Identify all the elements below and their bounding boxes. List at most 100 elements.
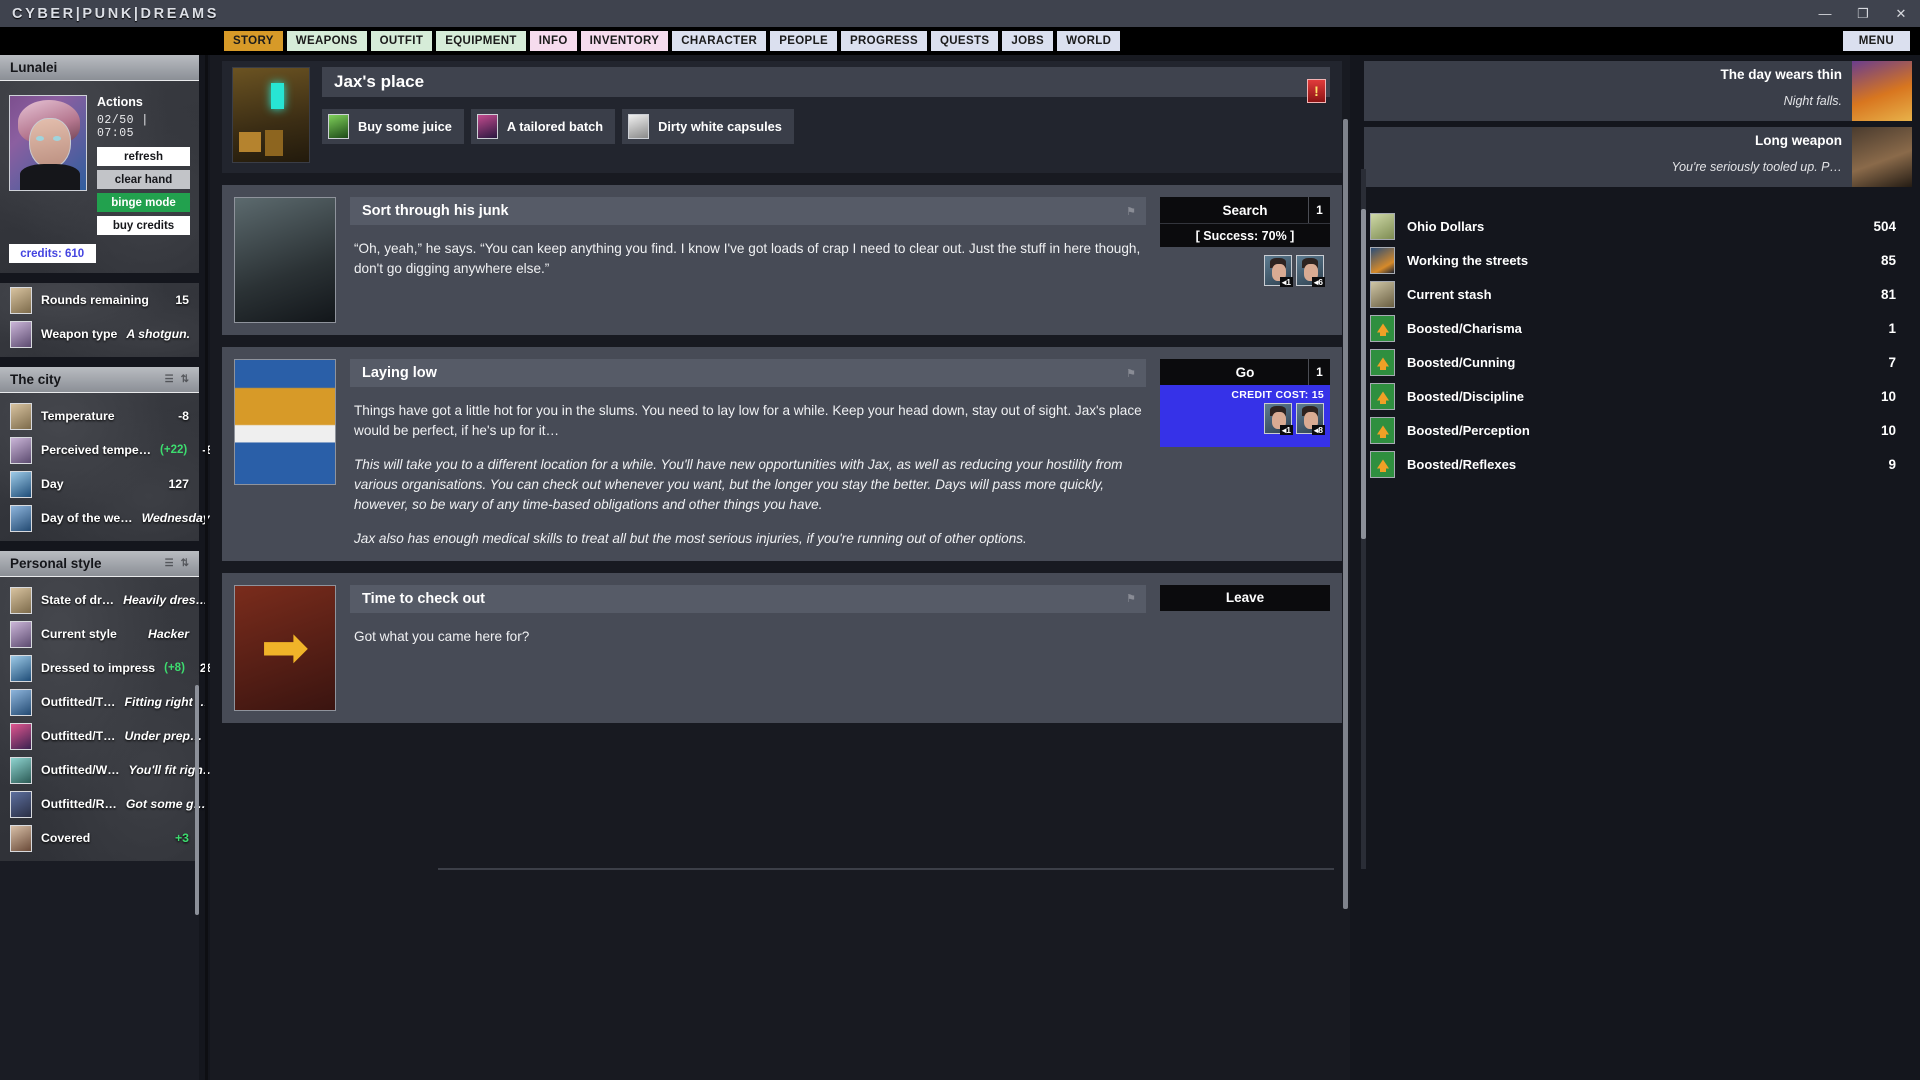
- buy-credits-button[interactable]: buy credits: [97, 216, 190, 235]
- story-header: Laying low⚑: [350, 359, 1146, 387]
- right-sidebar: The day wears thinNight falls.Long weapo…: [1356, 55, 1920, 1080]
- panel-controls[interactable]: ☰ ⇅: [165, 558, 189, 569]
- pin-icon[interactable]: ⚑: [1126, 592, 1136, 605]
- center-scrollbar[interactable]: [1343, 119, 1348, 909]
- vial-icon: [477, 114, 498, 139]
- right-stat-row: Boosted/Reflexes9: [1356, 447, 1920, 481]
- location-action-1[interactable]: Buy some juice: [322, 109, 464, 144]
- tab-progress[interactable]: PROGRESS: [841, 31, 927, 51]
- participant-faces: ◂1◂6: [1160, 247, 1330, 286]
- stat-label: Current style: [41, 627, 117, 641]
- stat-label: Outfitted/R…: [41, 797, 117, 811]
- right-stat-value: 85: [1881, 253, 1896, 268]
- notification-title: Long weapon: [1374, 133, 1842, 148]
- story-title: Time to check out: [362, 591, 485, 607]
- story-action-count: 1: [1308, 359, 1330, 385]
- tab-character[interactable]: CHARACTER: [672, 31, 766, 51]
- notification-card[interactable]: The day wears thinNight falls.: [1364, 61, 1912, 121]
- story-card: Laying low⚑Things have got a little hot …: [222, 347, 1342, 561]
- pin-icon[interactable]: ☰: [165, 558, 174, 569]
- story-card: ➡Time to check out⚑Got what you came her…: [222, 573, 1342, 723]
- right-stat-value: 504: [1873, 219, 1896, 234]
- story-action-button[interactable]: Search1: [1160, 197, 1330, 223]
- stat-value: 127: [168, 477, 189, 491]
- credits-display[interactable]: credits: 610: [9, 244, 96, 263]
- stat-bonus: (+22): [160, 444, 187, 456]
- pin-icon[interactable]: ☰: [165, 374, 174, 385]
- style-stat-icon: [10, 689, 32, 716]
- city-panel-header: The city ☰ ⇅: [0, 367, 199, 393]
- right-stat-rows: Ohio Dollars504Working the streets85Curr…: [1356, 209, 1920, 481]
- left-scrollbar[interactable]: [195, 685, 199, 915]
- stat-value: Wednesday: [142, 511, 210, 525]
- city-stat-icon: [10, 505, 32, 532]
- credits-row: credits: 610: [0, 244, 199, 263]
- style-panel-header: Personal style ☰ ⇅: [0, 551, 199, 577]
- clear-hand-button[interactable]: clear hand: [97, 170, 190, 189]
- stat-label: Outfitted/W…: [41, 763, 120, 777]
- story-action-button[interactable]: Leave: [1160, 585, 1330, 611]
- style-stat-icon: [10, 723, 32, 750]
- tab-world[interactable]: WORLD: [1057, 31, 1120, 51]
- pin-icon[interactable]: ⚑: [1126, 367, 1136, 380]
- tab-weapons[interactable]: WEAPONS: [287, 31, 367, 51]
- stat-row: Temperature-8: [0, 399, 199, 433]
- story-thumbnail: ➡: [234, 585, 336, 711]
- collapse-icon[interactable]: ⇅: [181, 374, 189, 385]
- tab-quests[interactable]: QUESTS: [931, 31, 998, 51]
- right-stat-label: Boosted/Reflexes: [1407, 457, 1516, 472]
- collapse-icon[interactable]: ⇅: [181, 558, 189, 569]
- tab-equipment[interactable]: EQUIPMENT: [436, 31, 526, 51]
- style-stat-icon: [10, 621, 32, 648]
- story-actions: Leave: [1160, 585, 1330, 711]
- boost-icon: [1370, 451, 1395, 478]
- maximize-icon[interactable]: ❐: [1844, 0, 1882, 27]
- right-stat-label: Working the streets: [1407, 253, 1528, 268]
- city-panel-title: The city: [10, 372, 61, 387]
- capsules-icon: [628, 114, 649, 139]
- notification-text: The day wears thinNight falls.: [1364, 61, 1852, 121]
- stat-value: Under prep…: [124, 729, 202, 743]
- story-actions: Search1[ Success: 70% ]◂1◂6: [1160, 197, 1330, 323]
- right-stat-row: Ohio Dollars504: [1356, 209, 1920, 243]
- alert-icon[interactable]: !: [1307, 79, 1326, 103]
- minimize-icon[interactable]: —: [1806, 0, 1844, 27]
- story-title: Sort through his junk: [362, 203, 509, 219]
- money-icon: [1370, 213, 1395, 240]
- actions-counter: 02/50 | 07:05: [97, 114, 190, 140]
- story-body: Sort through his junk⚑“Oh, yeah,” he say…: [350, 197, 1146, 323]
- tab-jobs[interactable]: JOBS: [1002, 31, 1053, 51]
- notification-card[interactable]: Long weaponYou're seriously tooled up. P…: [1364, 127, 1912, 187]
- tab-people[interactable]: PEOPLE: [770, 31, 837, 51]
- location-action-label: Dirty white capsules: [658, 119, 782, 134]
- refresh-button[interactable]: refresh: [97, 147, 190, 166]
- stat-value: Hacker: [148, 627, 189, 641]
- credit-cost-label: CREDIT COST: 15: [1160, 389, 1324, 401]
- stat-label: Covered: [41, 831, 90, 845]
- stat-row: Weapon typeA shotgun.: [0, 317, 199, 351]
- panel-controls[interactable]: ☰ ⇅: [165, 374, 189, 385]
- binge-mode-button[interactable]: binge mode: [97, 193, 190, 212]
- location-action-2[interactable]: A tailored batch: [471, 109, 615, 144]
- close-icon[interactable]: ✕: [1882, 0, 1920, 27]
- location-action-3[interactable]: Dirty white capsules: [622, 109, 794, 144]
- stat-label: Day: [41, 477, 64, 491]
- right-stat-value: 10: [1881, 423, 1896, 438]
- page-title: Jax's place: [334, 72, 424, 92]
- location-action-label: A tailored batch: [507, 119, 603, 134]
- participant-faces: ◂1◂8: [1160, 401, 1324, 434]
- story-action-button[interactable]: Go1: [1160, 359, 1330, 385]
- tab-inventory[interactable]: INVENTORY: [581, 31, 669, 51]
- left-sidebar: Lunalei Actions 02/50 | 07:05 refresh cl…: [0, 55, 199, 1080]
- right-stat-label: Boosted/Discipline: [1407, 389, 1524, 404]
- menu-button[interactable]: MENU: [1843, 31, 1910, 51]
- tab-story[interactable]: STORY: [224, 31, 283, 51]
- location-action-label: Buy some juice: [358, 119, 452, 134]
- tab-outfit[interactable]: OUTFIT: [371, 31, 433, 51]
- tab-info[interactable]: INFO: [530, 31, 577, 51]
- stat-value: Got some g…: [126, 797, 206, 811]
- right-scrollbar[interactable]: [1361, 209, 1366, 539]
- style-stat-icon: [10, 757, 32, 784]
- pin-icon[interactable]: ⚑: [1126, 205, 1136, 218]
- stat-value: A shotgun.: [126, 327, 190, 341]
